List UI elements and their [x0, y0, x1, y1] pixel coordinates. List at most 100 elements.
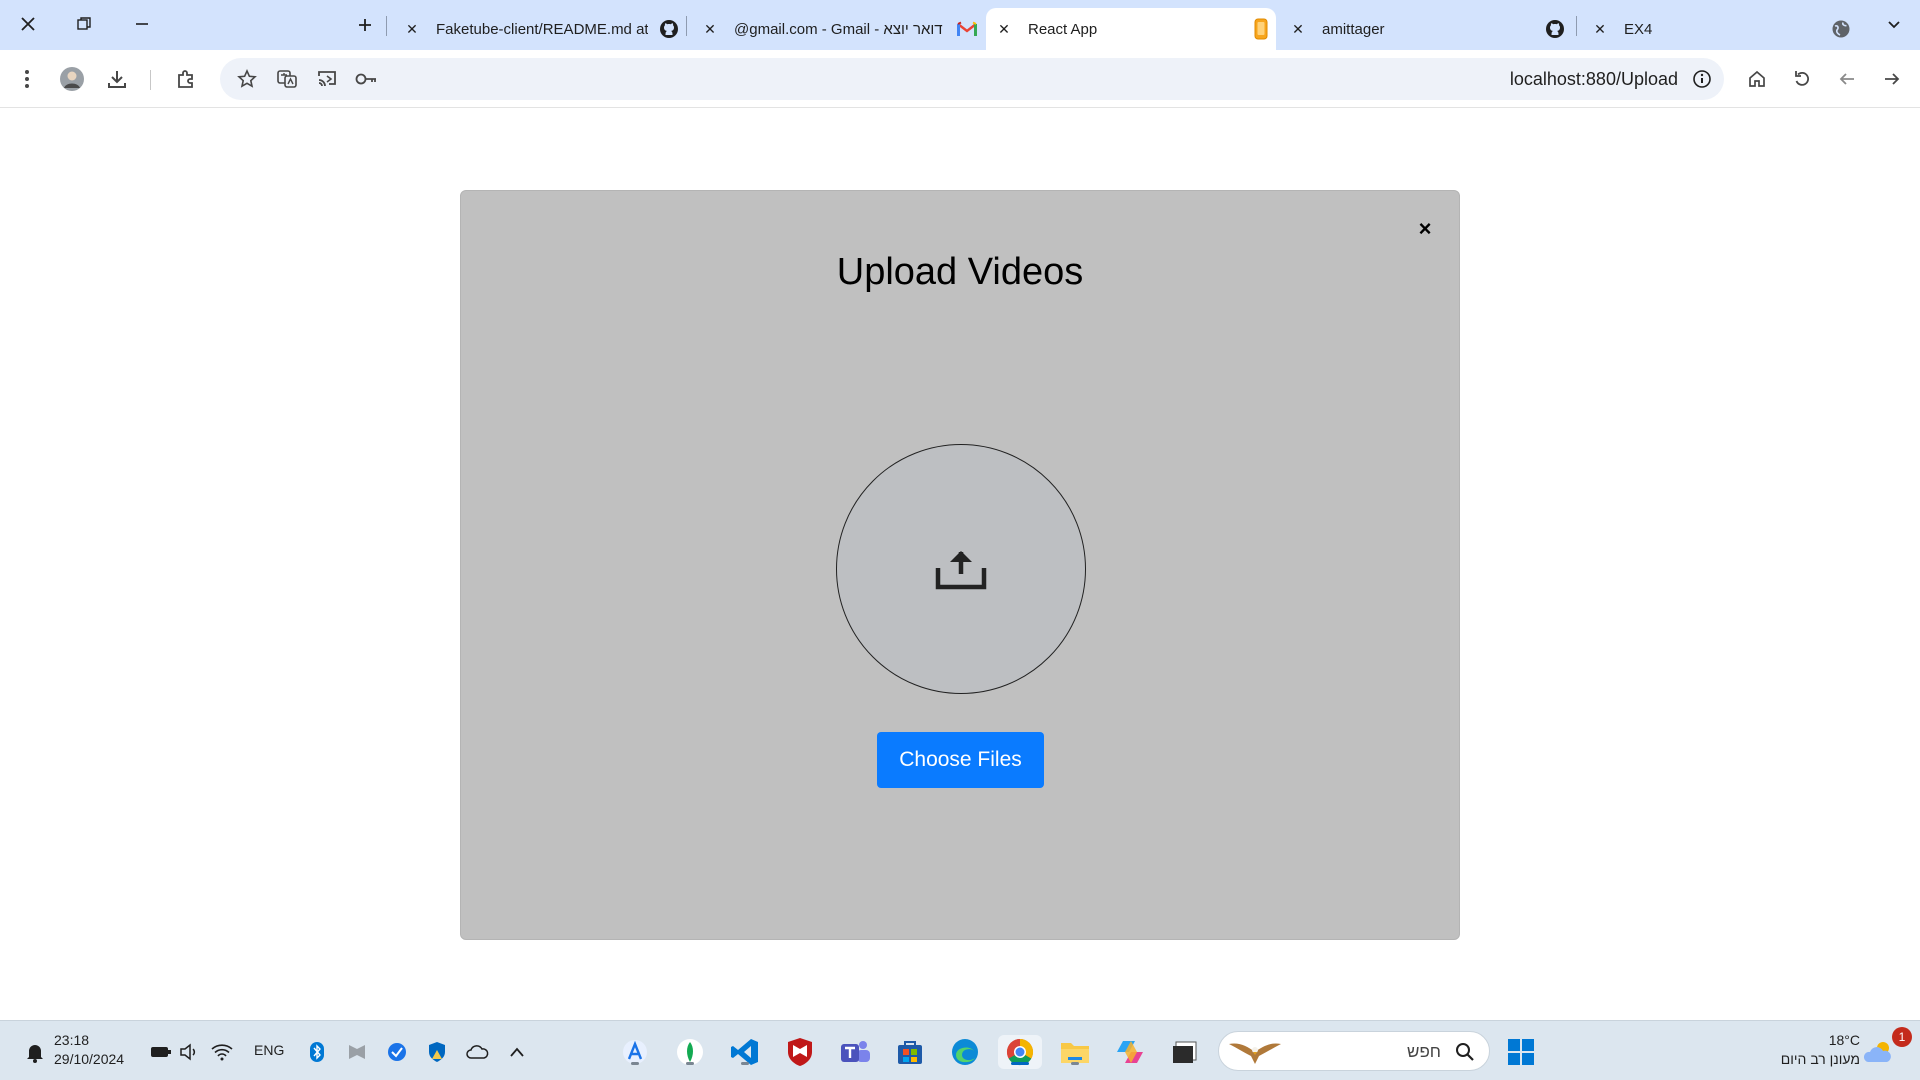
browser-tab-strip: ✕ Faketube-client/README.md at ✕ @gmail.… — [0, 0, 1920, 50]
plus-icon — [359, 19, 371, 31]
volume-tray-button[interactable] — [172, 1035, 206, 1069]
taskbar-app-chrome[interactable] — [998, 1035, 1042, 1069]
tab-separator — [386, 16, 387, 36]
browser-toolbar: localhost:880/Upload — [0, 50, 1920, 108]
choose-files-button[interactable]: Choose Files — [877, 732, 1044, 788]
taskbar-app-teams[interactable] — [838, 1035, 872, 1069]
downloads-button[interactable] — [101, 63, 133, 95]
tab-close-icon[interactable]: ✕ — [1286, 17, 1310, 41]
clock-date: 29/10/2024 — [54, 1051, 125, 1067]
window-minimize-button[interactable] — [124, 8, 160, 40]
back-button[interactable] — [1831, 63, 1863, 95]
tab-title: EX4 — [1624, 20, 1653, 38]
translate-button[interactable] — [271, 63, 303, 95]
tab-search-button[interactable] — [1876, 8, 1912, 40]
cloud-icon — [466, 1045, 489, 1059]
tab-close-icon[interactable]: ✕ — [1588, 17, 1612, 41]
bell-icon — [27, 1045, 43, 1063]
home-button[interactable] — [1741, 63, 1773, 95]
tab-faketube-readme[interactable]: ✕ Faketube-client/README.md at — [394, 8, 684, 50]
mcafee-shield-icon — [788, 1038, 812, 1066]
cast-icon — [318, 71, 336, 87]
tab-gmail[interactable]: ✕ @gmail.com - Gmail - דואר יוצא — [692, 8, 982, 50]
notifications-button[interactable] — [18, 1035, 52, 1069]
reload-button[interactable] — [1786, 63, 1818, 95]
extensions-button[interactable] — [170, 63, 202, 95]
tab-ex4[interactable]: ✕ EX4 — [1582, 8, 1872, 50]
gmail-icon — [956, 18, 978, 40]
more-vertical-icon — [25, 70, 29, 88]
cast-button[interactable] — [311, 63, 343, 95]
start-button[interactable] — [1504, 1035, 1538, 1069]
taskbar-clock[interactable]: 23:18 29/10/2024 — [54, 1031, 124, 1069]
address-bar[interactable]: localhost:880/Upload — [220, 58, 1724, 100]
tab-separator — [1576, 16, 1577, 36]
taskbar-app-copilot[interactable] — [1113, 1035, 1147, 1069]
store-icon — [898, 1041, 922, 1064]
menu-button[interactable] — [11, 63, 43, 95]
running-indicator — [1071, 1062, 1079, 1065]
search-highlight-eagle-icon — [1229, 1043, 1281, 1064]
site-info-button[interactable] — [1690, 67, 1714, 91]
window-close-button[interactable] — [10, 8, 46, 40]
globe-icon — [1830, 18, 1852, 40]
weather-widget[interactable]: 18°C מעונן רב היום — [1781, 1031, 1860, 1069]
bluetooth-tray-button[interactable] — [300, 1035, 334, 1069]
tab-amittager[interactable]: ✕ amittager — [1280, 8, 1570, 50]
weather-icon-button[interactable] — [1862, 1035, 1896, 1069]
running-indicator — [686, 1062, 694, 1065]
arrow-left-icon — [1839, 73, 1854, 85]
upload-dropzone[interactable] — [836, 444, 1086, 694]
upload-icon — [935, 551, 987, 590]
weather-description: מעונן רב היום — [1780, 1051, 1860, 1067]
taskbar-app-store[interactable] — [893, 1035, 927, 1069]
mcafee-tray-button[interactable] — [340, 1035, 374, 1069]
bookmark-button[interactable] — [231, 63, 263, 95]
running-indicator — [631, 1062, 639, 1065]
taskbar-app-vscode[interactable] — [728, 1035, 762, 1069]
tab-title: amittager — [1322, 20, 1385, 38]
forward-button[interactable] — [1876, 63, 1908, 95]
taskbar-app-terminal[interactable] — [1168, 1035, 1202, 1069]
tab-react-app[interactable]: ✕ React App — [986, 8, 1276, 50]
wifi-icon — [211, 1044, 233, 1061]
password-manager-button[interactable] — [351, 63, 383, 95]
github-icon — [658, 18, 680, 40]
toolbar-divider — [150, 70, 151, 90]
tab-close-icon[interactable]: ✕ — [992, 17, 1016, 41]
wifi-tray-button[interactable] — [205, 1035, 239, 1069]
tab-close-icon[interactable]: ✕ — [400, 17, 424, 41]
windows-logo-icon — [1508, 1039, 1534, 1065]
modal-close-button[interactable]: × — [1411, 215, 1439, 243]
tab-title: React App — [1028, 20, 1098, 38]
language-indicator[interactable]: ENG — [254, 1042, 284, 1058]
github-icon — [1544, 18, 1566, 40]
chevron-down-icon — [1888, 21, 1900, 29]
notification-badge: 1 — [1892, 1027, 1912, 1047]
close-icon — [21, 17, 35, 31]
copilot-icon — [1117, 1041, 1143, 1063]
globe-check-icon — [388, 1043, 406, 1061]
defender-tray-button[interactable] — [380, 1035, 414, 1069]
search-placeholder: חפש — [1407, 1042, 1441, 1061]
speaker-icon — [180, 1043, 196, 1061]
edge-icon — [952, 1039, 978, 1065]
profile-button[interactable] — [56, 63, 88, 95]
url-text: localhost:880/Upload — [1509, 69, 1678, 89]
onedrive-tray-button[interactable] — [460, 1035, 494, 1069]
taskbar-app-mongodb[interactable] — [673, 1035, 707, 1069]
new-tab-button[interactable] — [350, 10, 380, 40]
taskbar-app-file-explorer[interactable] — [1058, 1035, 1092, 1069]
taskbar-app-edge[interactable] — [948, 1035, 982, 1069]
weather-temperature: 18°C — [1828, 1032, 1860, 1048]
tab-close-icon[interactable]: ✕ — [698, 17, 722, 41]
taskbar-app-mcafee[interactable] — [783, 1035, 817, 1069]
upload-modal: × Upload Videos Choose Files — [460, 190, 1460, 940]
show-hidden-icons-button[interactable] — [500, 1035, 534, 1069]
taskbar-search[interactable]: חפש — [1218, 1031, 1490, 1071]
window-restore-button[interactable] — [66, 8, 102, 40]
reload-icon — [1795, 71, 1809, 86]
taskbar-app-inkscape[interactable] — [618, 1035, 652, 1069]
security-tray-button[interactable] — [420, 1035, 454, 1069]
tab-title: @gmail.com - Gmail - דואר יוצא — [734, 20, 943, 38]
